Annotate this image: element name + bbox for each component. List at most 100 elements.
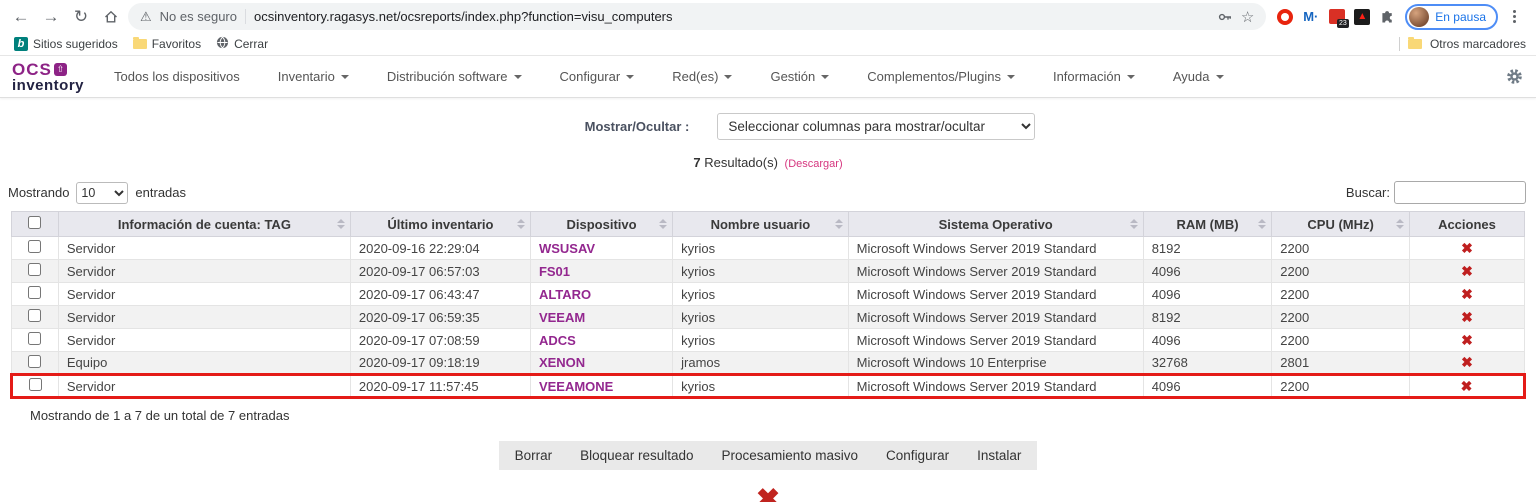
table-row: Servidor 2020-09-16 22:29:04 WSUSAV kyrios M… — [11, 236, 1526, 260]
column-header[interactable]: RAM (MB) — [1142, 211, 1273, 237]
puzzle-icon[interactable] — [1379, 8, 1396, 25]
nav-item-label: Complementos/Plugins — [867, 69, 1001, 84]
sort-up-icon — [1258, 219, 1267, 223]
browser-menu-icon[interactable] — [1507, 10, 1522, 23]
delete-icon[interactable]: ✖ — [1461, 240, 1473, 256]
sort-icon[interactable] — [659, 219, 668, 229]
globe-icon — [216, 36, 229, 52]
tag-cell: Servidor — [57, 259, 351, 283]
device-table-body: Servidor 2020-09-16 22:29:04 WSUSAV kyrios M… — [10, 236, 1527, 399]
m-extension-icon[interactable]: M· — [1302, 8, 1319, 25]
row-checkbox[interactable] — [28, 332, 42, 345]
row-checkbox-cell — [11, 259, 59, 283]
star-icon[interactable]: ☆ — [1241, 8, 1254, 26]
row-checkbox-cell — [11, 328, 59, 352]
configurar-button[interactable]: Configurar — [886, 448, 949, 463]
close-results-icon[interactable]: ✖ — [756, 486, 780, 502]
ocs-logo[interactable]: ocs ⇧ inventory — [12, 61, 84, 93]
nav-item[interactable]: Todos los dispositivos — [114, 69, 240, 84]
device-link[interactable]: VEEAMONE — [539, 379, 613, 394]
nav-item[interactable]: Gestión — [770, 69, 830, 84]
address-bar[interactable]: ⚠ No es seguro ocsinventory.ragasys.net/… — [128, 3, 1267, 30]
pdf-extension-icon[interactable]: ▲ — [1354, 8, 1371, 25]
column-header[interactable]: Último inventario — [349, 211, 531, 237]
column-header[interactable]: Sistema Operativo — [847, 211, 1144, 237]
os-cell: Microsoft Windows Server 2019 Standard — [847, 305, 1144, 329]
device-link[interactable]: FS01 — [539, 264, 570, 279]
sort-icon[interactable] — [834, 219, 843, 229]
procesamiento-masivo-button[interactable]: Procesamiento masivo — [721, 448, 858, 463]
actions-cell: ✖ — [1408, 373, 1527, 399]
nav-item[interactable]: Configurar — [560, 69, 635, 84]
nav-item[interactable]: Ayuda — [1173, 69, 1224, 84]
calendar-extension-icon[interactable]: 23 — [1328, 8, 1349, 28]
sort-icon[interactable] — [336, 219, 345, 229]
bing-icon: b — [14, 37, 28, 51]
url-text[interactable]: ocsinventory.ragasys.net/ocsreports/inde… — [254, 9, 673, 24]
row-checkbox[interactable] — [28, 378, 42, 391]
opera-extension-icon[interactable] — [1276, 8, 1293, 25]
sort-icon[interactable] — [1395, 219, 1404, 229]
key-icon[interactable] — [1217, 9, 1233, 25]
nav-item[interactable]: Información — [1053, 69, 1135, 84]
back-icon[interactable]: ← — [8, 4, 34, 30]
instalar-button[interactable]: Instalar — [977, 448, 1021, 463]
delete-icon[interactable]: ✖ — [1461, 263, 1473, 279]
chevron-down-icon — [340, 75, 349, 79]
nav-item[interactable]: Distribución software — [387, 69, 522, 84]
device-link[interactable]: ALTARO — [539, 287, 591, 302]
sort-icon[interactable] — [516, 219, 525, 229]
sort-icon[interactable] — [1129, 219, 1138, 229]
row-checkbox[interactable] — [28, 354, 42, 368]
home-icon[interactable] — [98, 4, 124, 30]
device-link[interactable]: ADCS — [539, 333, 576, 348]
column-header-label: RAM (MB) — [1176, 216, 1239, 232]
bookmark-favoritos[interactable]: Favoritos — [129, 37, 205, 51]
borrar-button[interactable]: Borrar — [515, 448, 553, 463]
row-checkbox[interactable] — [28, 309, 42, 322]
download-link[interactable]: (Descargar) — [785, 158, 843, 170]
other-bookmarks[interactable]: Otros marcadores — [1430, 37, 1526, 51]
bloquear-resultado-button[interactable]: Bloquear resultado — [580, 448, 693, 463]
reload-icon[interactable]: ↻ — [68, 4, 94, 30]
profile-label: En pausa — [1435, 9, 1486, 24]
settings-gear-icon[interactable] — [1505, 67, 1524, 86]
device-link[interactable]: VEEAM — [539, 310, 585, 325]
bookmark-sitios-sugeridos[interactable]: b Sitios sugeridos — [10, 37, 122, 51]
column-header[interactable]: Dispositivo — [529, 211, 674, 237]
delete-icon[interactable]: ✖ — [1461, 332, 1473, 348]
delete-icon[interactable]: ✖ — [1461, 354, 1473, 370]
folder-icon — [132, 37, 147, 49]
nav-item[interactable]: Complementos/Plugins — [867, 69, 1015, 84]
nav-item-label: Inventario — [277, 69, 335, 84]
column-header-label: Información de cuenta: TAG — [117, 216, 291, 232]
row-checkbox[interactable] — [28, 240, 42, 253]
nav-item[interactable]: Red(es) — [672, 69, 733, 84]
nav-item[interactable]: Inventario — [278, 69, 349, 84]
row-checkbox[interactable] — [28, 286, 42, 299]
search-input[interactable] — [1394, 181, 1526, 204]
delete-icon[interactable]: ✖ — [1461, 378, 1473, 394]
columns-select[interactable]: Seleccionar columnas para mostrar/oculta… — [717, 113, 1036, 140]
select-all-checkbox[interactable] — [28, 216, 42, 229]
column-header[interactable]: Nombre usuario — [672, 211, 849, 237]
page-size-select[interactable]: 10 — [76, 181, 129, 204]
sort-icon[interactable] — [1258, 219, 1267, 229]
ram-cell: 4096 — [1142, 259, 1273, 283]
device-link[interactable]: WSUSAV — [539, 241, 595, 256]
user-cell: kyrios — [672, 282, 849, 306]
actions-cell: ✖ — [1408, 328, 1526, 352]
column-header[interactable]: Información de cuenta: TAG — [57, 211, 351, 237]
bookmark-cerrar[interactable]: Cerrar — [212, 36, 272, 52]
device-link[interactable]: XENON — [539, 355, 585, 370]
profile-button[interactable]: En pausa — [1405, 3, 1498, 30]
extension-badge: 23 — [1336, 19, 1349, 28]
cpu-cell: 2200 — [1271, 259, 1410, 283]
column-header[interactable]: CPU (MHz) — [1271, 211, 1410, 237]
nav-item-label: Configurar — [559, 69, 621, 84]
nav-item-label: Todos los dispositivos — [114, 69, 240, 84]
row-checkbox[interactable] — [28, 263, 42, 276]
delete-icon[interactable]: ✖ — [1461, 286, 1473, 302]
forward-icon[interactable]: → — [38, 4, 64, 30]
delete-icon[interactable]: ✖ — [1461, 309, 1473, 325]
